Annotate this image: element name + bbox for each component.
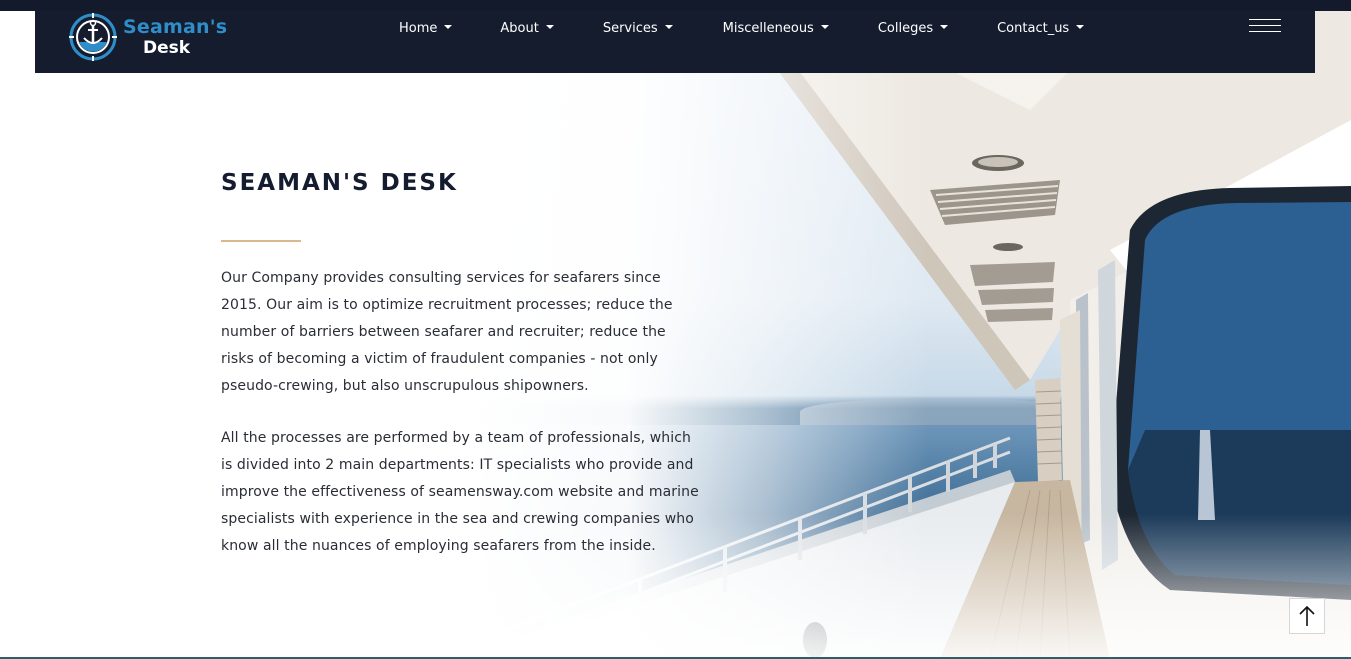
intro-paragraph: Our Company provides consulting services… [221, 270, 673, 394]
top-strip [0, 0, 1351, 11]
caret-down-icon [820, 25, 829, 29]
logo-text-seamans: Seaman's [123, 15, 228, 38]
nav-item-label: About [500, 20, 539, 36]
page: Seaman's Desk Home About Services Miscel… [0, 0, 1351, 659]
caret-down-icon [940, 25, 949, 29]
nav-item-colleges[interactable]: Colleges [877, 20, 949, 36]
page-title: SEAMAN'S DESK [221, 170, 458, 196]
navbar: Seaman's Desk Home About Services Miscel… [35, 11, 1315, 73]
site-logo[interactable]: Seaman's Desk [67, 11, 227, 63]
caret-down-icon [1076, 25, 1085, 29]
nav-item-label: Miscelleneous [722, 20, 814, 36]
caret-down-icon [545, 25, 554, 29]
nav-item-services[interactable]: Services [603, 21, 673, 36]
nav-item-label: Home [399, 20, 438, 36]
nav-item-label: Colleges [877, 20, 934, 36]
nav-item-label: Contact_us [997, 20, 1070, 36]
back-to-top-button[interactable] [1289, 598, 1325, 634]
about-section: SEAMAN'S DESK Our Company provides consu… [221, 168, 701, 560]
logo-text: Seaman's Desk [123, 15, 228, 58]
caret-down-icon [444, 25, 453, 29]
nav-item-about[interactable]: About [500, 20, 554, 36]
anchor-wheel-icon [69, 13, 117, 61]
arrow-up-icon [1299, 605, 1315, 626]
team-paragraph: All the processes are performed by a tea… [221, 430, 699, 554]
nav-item-home[interactable]: Home [399, 20, 453, 36]
logo-text-desk: Desk [143, 37, 191, 58]
nav-item-contact-us[interactable]: Contact_us [997, 20, 1085, 36]
title-divider [221, 240, 301, 242]
main-nav: Home About Services Miscelleneous Colleg… [399, 11, 1085, 45]
nav-item-label: Services [602, 20, 658, 36]
caret-down-icon [664, 25, 673, 29]
hamburger-menu-icon[interactable] [1249, 16, 1281, 34]
nav-item-miscelleneous[interactable]: Miscelleneous [723, 21, 829, 36]
